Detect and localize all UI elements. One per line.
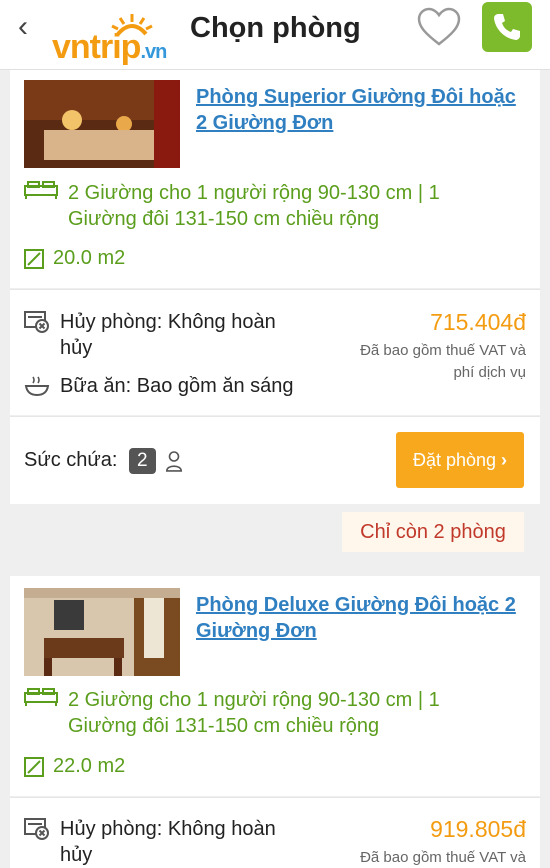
- divider: [10, 416, 540, 417]
- room-price: 919.805đ: [430, 816, 526, 842]
- room-card: Phòng Deluxe Giường Đôi hoặc 2 Giường Đơ…: [10, 576, 540, 796]
- cancel-policy-icon: [24, 818, 49, 840]
- cancel-policy-text: Hủy phòng: Không hoàn hủy: [60, 311, 276, 359]
- bed-text: 2 Giường cho 1 người rộng 90-130 cm | 1 …: [68, 182, 440, 230]
- room-name-link[interactable]: Phòng Deluxe Giường Đôi hoặc 2 Giường Đơ…: [196, 592, 526, 644]
- logo-suffix: .vn: [140, 41, 167, 63]
- resize-icon: [24, 757, 44, 777]
- room-policy-card: Hủy phòng: Không hoàn hủy 919.805đ Đã ba…: [10, 797, 540, 868]
- price-block: 715.404đ Đã bao gồm thuế VAT và phí dịch…: [336, 309, 526, 384]
- page-title: Chọn phòng: [190, 12, 361, 44]
- vntrip-logo[interactable]: vntrip.vn: [52, 14, 202, 72]
- cancel-policy: Hủy phòng: Không hoàn hủy: [24, 816, 294, 868]
- cancel-policy-icon: [24, 311, 49, 333]
- room-card: Phòng Superior Giường Đôi hoặc 2 Giường …: [10, 70, 540, 288]
- area-info: 20.0 m2: [24, 247, 125, 270]
- person-icon: [166, 450, 183, 472]
- bed-text: 2 Giường cho 1 người rộng 90-130 cm | 1 …: [68, 689, 440, 737]
- back-icon[interactable]: ‹: [18, 12, 28, 42]
- meal-text: Bữa ăn: Bao gồm ăn sáng: [60, 375, 294, 397]
- room-policy-card: Hủy phòng: Không hoàn hủy Bữa ăn: Bao gồ…: [10, 289, 540, 415]
- cancel-policy-text: Hủy phòng: Không hoàn hủy: [60, 818, 276, 866]
- area-info: 22.0 m2: [24, 755, 125, 778]
- price-note: Đã bao gồm thuế VAT và phí dịch vụ: [360, 342, 526, 381]
- room-booking-row: Sức chứa: 2 Đặt phòng ›: [10, 416, 540, 504]
- bed-info: 2 Giường cho 1 người rộng 90-130 cm | 1 …: [24, 180, 494, 232]
- meal-icon: [24, 376, 50, 397]
- room-photo[interactable]: [24, 80, 180, 168]
- price-block: 919.805đ Đã bao gồm thuế VAT và: [336, 816, 526, 868]
- price-note: Đã bao gồm thuế VAT và: [360, 849, 526, 866]
- chevron-right-icon: ›: [501, 450, 508, 470]
- capacity: Sức chứa: 2: [24, 448, 183, 474]
- phone-icon: [494, 14, 520, 40]
- bed-info: 2 Giường cho 1 người rộng 90-130 cm | 1 …: [24, 687, 494, 739]
- room-photo[interactable]: [24, 588, 180, 676]
- room-name-link[interactable]: Phòng Superior Giường Đôi hoặc 2 Giường …: [196, 84, 526, 136]
- app-header: ‹ vntrip.vn Chọn phòng: [0, 0, 550, 70]
- bed-icon: [24, 688, 58, 706]
- room-price: 715.404đ: [430, 309, 526, 335]
- capacity-label: Sức chứa:: [24, 449, 118, 471]
- resize-icon: [24, 249, 44, 269]
- book-label: Đặt phòng: [412, 450, 497, 470]
- heart-outline-icon[interactable]: [416, 6, 462, 48]
- call-button[interactable]: [482, 2, 532, 52]
- rooms-left-badge: Chỉ còn 2 phòng: [342, 512, 524, 552]
- logo-text: vntrip: [52, 28, 141, 66]
- book-room-button[interactable]: Đặt phòng ›: [396, 432, 524, 488]
- capacity-count: 2: [129, 448, 156, 474]
- divider: [10, 797, 540, 798]
- meal-policy: Bữa ăn: Bao gồm ăn sáng: [24, 373, 294, 399]
- bed-icon: [24, 181, 58, 199]
- cancel-policy: Hủy phòng: Không hoàn hủy: [24, 309, 294, 361]
- divider: [10, 289, 540, 290]
